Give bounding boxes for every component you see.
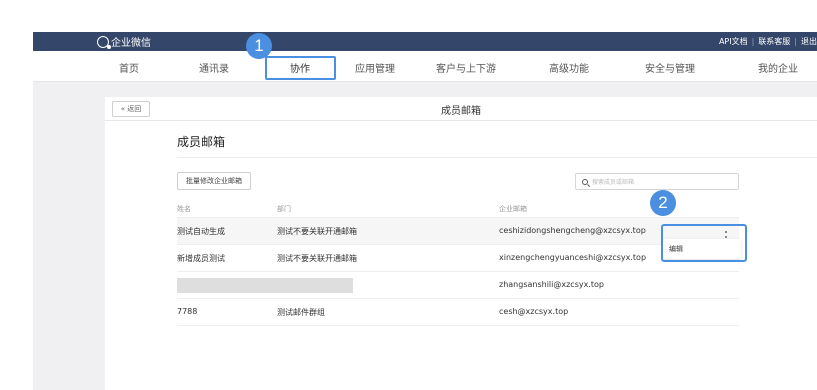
logout-link[interactable]: 退出 xyxy=(801,37,817,46)
cell-name: 测试自动生成 xyxy=(177,227,225,236)
cell-department: 测试不要关联开通邮箱 xyxy=(277,254,357,263)
cell-name: 新增成员测试 xyxy=(177,254,225,263)
nav-my-enterprise[interactable]: 我的企业 xyxy=(758,60,798,75)
search-input[interactable]: 搜索成员或邮箱 xyxy=(575,173,739,190)
cell-email: ceshizidongshengcheng@xzcsyx.top xyxy=(499,226,646,235)
redacted-cell xyxy=(177,278,353,293)
batch-edit-email-button[interactable]: 批量修改企业邮箱 xyxy=(177,172,251,190)
divider xyxy=(177,157,817,158)
wecom-logo-icon xyxy=(97,35,111,49)
table-row[interactable]: 新增成员测试 测试不要关联开通邮箱 xinzengchengyuanceshi@… xyxy=(177,245,739,272)
step-badge-2: 2 xyxy=(650,190,676,216)
menu-highlight xyxy=(661,224,747,262)
page-header: « 返回 成员邮箱 xyxy=(105,97,817,121)
cell-email: xinzengchengyuanceshi@xzcsyx.top xyxy=(499,253,647,262)
contact-support-link[interactable]: 联系客服 xyxy=(758,37,790,46)
logo[interactable]: 企业微信 xyxy=(97,34,151,49)
cell-department: 测试不要关联开通邮箱 xyxy=(277,227,357,236)
page-header-title: 成员邮箱 xyxy=(441,106,481,117)
column-header-name: 姓名 xyxy=(177,205,191,213)
nav-contacts[interactable]: 通讯录 xyxy=(199,60,229,75)
table-row[interactable]: 7788 测试邮件群组 cesh@xzcsyx.top xyxy=(177,299,739,326)
nav-customers[interactable]: 客户与上下游 xyxy=(436,60,496,75)
top-links: API文档 | 联系客服 | 退出 xyxy=(718,37,817,46)
cell-email: cesh@xzcsyx.top xyxy=(499,307,569,316)
nav-app-management[interactable]: 应用管理 xyxy=(355,60,395,75)
main-nav: 首页 通讯录 协作 应用管理 客户与上下游 高级功能 安全与管理 我的企业 xyxy=(33,51,817,82)
cell-email: zhangsanshili@xzcsyx.top xyxy=(499,280,604,289)
table-row[interactable]: 测试自动生成 测试不要关联开通邮箱 ceshizidongshengcheng@… xyxy=(177,218,739,245)
nav-advanced[interactable]: 高级功能 xyxy=(549,60,589,75)
logo-text: 企业微信 xyxy=(111,38,151,49)
sidebar-area xyxy=(33,82,97,390)
column-header-email: 企业邮箱 xyxy=(499,205,527,213)
nav-security[interactable]: 安全与管理 xyxy=(645,60,695,75)
table-row[interactable]: zhangsanshili@xzcsyx.top xyxy=(177,272,739,299)
cell-name: 7788 xyxy=(177,307,198,316)
api-docs-link[interactable]: API文档 xyxy=(719,37,748,46)
nav-home[interactable]: 首页 xyxy=(119,60,139,75)
step-badge-1: 1 xyxy=(246,33,272,59)
search-icon xyxy=(582,178,588,185)
search-placeholder: 搜索成员或邮箱 xyxy=(592,179,635,186)
column-header-department: 部门 xyxy=(277,205,291,213)
active-tab-highlight xyxy=(265,56,336,80)
top-bar: 企业微信 API文档 | 联系客服 | 退出 xyxy=(33,32,817,51)
section-title: 成员邮箱 xyxy=(177,135,226,149)
cell-department: 测试邮件群组 xyxy=(277,308,325,317)
